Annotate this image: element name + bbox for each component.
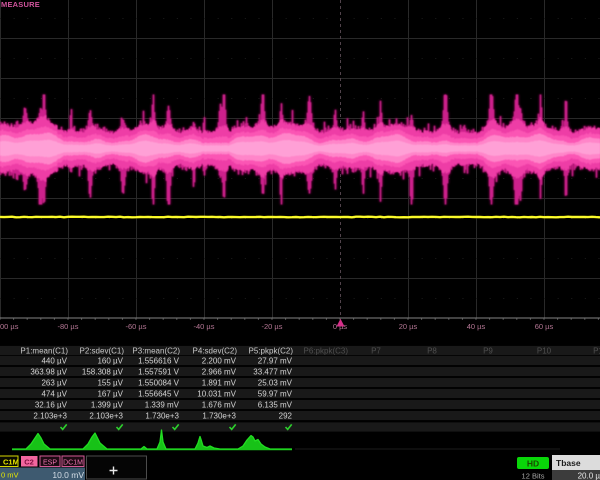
svg-text:33.477 mV: 33.477 mV [253,368,292,377]
svg-text:P3:mean(C2): P3:mean(C2) [132,347,180,356]
svg-text:P2:sdev(C1): P2:sdev(C1) [80,347,125,356]
svg-text:155 µV: 155 µV [97,379,123,388]
svg-text:P4:sdev(C2): P4:sdev(C2) [193,347,238,356]
svg-text:59.97 mV: 59.97 mV [258,390,293,399]
svg-text:C2: C2 [24,458,34,467]
svg-text:27.97 mV: 27.97 mV [258,357,293,366]
svg-text:440 µV: 440 µV [41,357,67,366]
svg-text:00 µs: 00 µs [0,322,19,331]
svg-text:160 µV: 160 µV [97,357,123,366]
svg-text:1.399 µV: 1.399 µV [91,401,124,410]
svg-text:1.676 mV: 1.676 mV [202,401,237,410]
svg-text:HD: HD [527,459,539,469]
svg-text:20.0 µ: 20.0 µ [578,472,600,480]
svg-text:C1M: C1M [3,458,19,467]
svg-text:292: 292 [279,412,293,421]
svg-text:1.339 mV: 1.339 mV [145,401,180,410]
svg-text:25.03 mV: 25.03 mV [258,379,293,388]
svg-text:20 µs: 20 µs [399,322,418,331]
svg-text:DC1M: DC1M [63,460,83,467]
svg-text:2.200 mV: 2.200 mV [202,357,237,366]
svg-text:167 µV: 167 µV [97,390,123,399]
svg-text:MEASURE: MEASURE [1,0,40,9]
svg-text:Tbase: Tbase [556,458,581,468]
svg-text:474 µV: 474 µV [41,390,67,399]
svg-text:P5:pkpk(C2): P5:pkpk(C2) [249,347,294,356]
svg-text:-40 µs: -40 µs [194,322,215,331]
svg-text:2.966 mV: 2.966 mV [202,368,237,377]
svg-text:1.730e+3: 1.730e+3 [202,412,236,421]
svg-text:1.891 mV: 1.891 mV [202,379,237,388]
svg-text:P10: P10 [537,347,552,356]
svg-text:158.308 µV: 158.308 µV [82,368,124,377]
svg-text:10.031 mV: 10.031 mV [197,390,236,399]
svg-text:12 Bits: 12 Bits [522,472,545,480]
svg-text:-60 µs: -60 µs [126,322,147,331]
svg-text:60 µs: 60 µs [535,322,554,331]
svg-text:P6:pkpk(C3): P6:pkpk(C3) [304,347,349,356]
svg-text:-20 µs: -20 µs [262,322,283,331]
svg-text:2.103e+3: 2.103e+3 [89,412,123,421]
svg-text:363.98 µV: 363.98 µV [30,368,67,377]
svg-text:32.16 µV: 32.16 µV [35,401,68,410]
svg-text:40 µs: 40 µs [467,322,486,331]
svg-text:1.557591 V: 1.557591 V [138,368,180,377]
svg-text:P9: P9 [483,347,493,356]
svg-text:2.103e+3: 2.103e+3 [33,412,67,421]
svg-text:1.556645 V: 1.556645 V [138,390,180,399]
svg-text:6.135 mV: 6.135 mV [258,401,293,410]
svg-text:P1:mean(C1): P1:mean(C1) [20,347,68,356]
svg-text:P11: P11 [593,347,600,356]
svg-text:0 mV: 0 mV [1,471,19,480]
svg-text:ESP: ESP [43,460,57,467]
svg-text:1.730e+3: 1.730e+3 [145,412,179,421]
svg-text:P8: P8 [427,347,437,356]
svg-text:10.0 mV: 10.0 mV [52,470,84,480]
svg-text:1.556616 V: 1.556616 V [138,357,180,366]
svg-text:1.550084 V: 1.550084 V [138,379,180,388]
svg-text:-80 µs: -80 µs [58,322,79,331]
svg-text:P7: P7 [371,347,381,356]
svg-text:263 µV: 263 µV [41,379,67,388]
